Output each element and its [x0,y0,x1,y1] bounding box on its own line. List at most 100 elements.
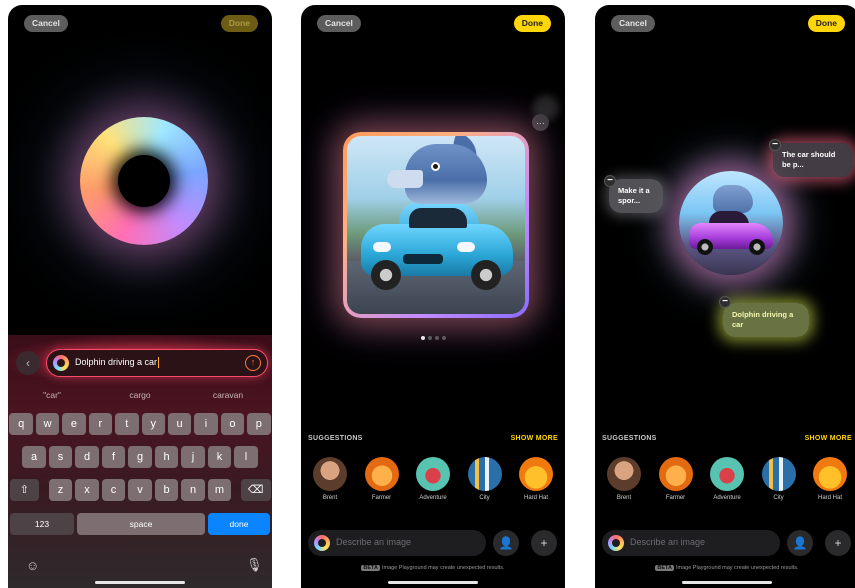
key-p[interactable]: p [247,413,271,435]
concept-bubble-car[interactable]: The car should be p... [773,143,853,177]
generated-image[interactable] [343,132,529,318]
key-r[interactable]: r [88,413,113,435]
autocomplete-item[interactable]: caravan [184,390,272,404]
space-key[interactable]: space [77,513,205,535]
done-button[interactable]: Done [220,15,258,32]
image-playground-logo-icon [53,355,69,371]
delete-icon: ⌫ [247,484,264,496]
city-skyline-icon [761,457,796,491]
suggestion-brent[interactable]: Brent [604,457,644,501]
suggestion-hard-hat[interactable]: Hard Hat [810,457,850,501]
show-more-button[interactable]: SHOW MORE [805,435,852,442]
describe-input[interactable]: Describe an image [308,530,486,556]
key-l[interactable]: l [234,446,258,468]
suggestion-city[interactable]: City [759,457,799,501]
page-dot[interactable] [441,336,446,340]
suggestion-adventure[interactable]: Adventure [413,457,453,501]
concept-bubble-dolphin[interactable]: Dolphin driving a car [723,303,809,337]
image-playground-logo-icon [314,535,330,551]
hard-hat-icon [813,457,847,491]
autocomplete-item[interactable]: "car" [8,390,96,404]
show-more-button[interactable]: SHOW MORE [511,435,558,442]
describe-input[interactable]: Describe an image [602,530,780,556]
done-button[interactable]: Done [513,15,551,32]
image-playground-logo-icon [608,535,624,551]
person-icon: 👤 [498,536,514,550]
key-a[interactable]: a [22,446,46,468]
preview-orb[interactable] [679,171,783,275]
page-dot[interactable] [434,336,439,340]
plus-icon: + [540,536,548,550]
person-button[interactable]: 👤 [787,530,813,556]
done-button[interactable]: Done [807,15,845,32]
key-y[interactable]: y [141,413,165,435]
prompt-input[interactable]: Dolphin driving a car ↑ [46,349,268,377]
suggestion-list: Brent Farmer Adventure City Hard Hat [301,457,565,501]
add-button[interactable]: + [531,530,557,556]
key-n[interactable]: n [181,479,205,501]
key-i[interactable]: i [194,413,218,435]
key-m[interactable]: m [207,479,232,501]
key-k[interactable]: k [207,446,232,468]
minus-icon: − [722,296,728,307]
suggestion-farmer[interactable]: Farmer [362,457,402,501]
remove-bubble-button[interactable]: − [719,296,731,308]
mic-icon[interactable]: 🎙 [246,557,263,573]
home-indicator [388,581,478,584]
shift-icon: ⇧ [19,484,29,496]
adventure-van-icon [710,457,744,491]
key-c[interactable]: c [101,479,126,501]
numbers-key[interactable]: 123 [10,513,74,535]
cancel-button[interactable]: Cancel [24,15,68,32]
suggestion-city[interactable]: City [465,457,505,501]
cancel-button[interactable]: Cancel [611,15,655,32]
key-b[interactable]: b [154,479,179,501]
send-button[interactable]: ↑ [245,355,261,371]
cancel-button[interactable]: Cancel [317,15,361,32]
key-w[interactable]: w [35,413,60,435]
delete-key[interactable]: ⌫ [240,479,271,501]
back-button[interactable]: ‹ [16,351,40,375]
key-t[interactable]: t [115,413,139,435]
key-e[interactable]: e [62,413,86,435]
phone-screen-generated-image: Cancel Done … SUGGESTIONS SHOW MORE Bren… [301,5,565,588]
suggestion-farmer[interactable]: Farmer [656,457,696,501]
suggestions-header: SUGGESTIONS [308,435,363,442]
suggestion-adventure[interactable]: Adventure [707,457,747,501]
person-button[interactable]: 👤 [493,530,519,556]
suggestion-brent[interactable]: Brent [310,457,350,501]
key-d[interactable]: d [75,446,99,468]
more-options-button[interactable]: … [532,114,549,131]
key-f[interactable]: f [101,446,126,468]
plus-icon: + [834,536,842,550]
key-q[interactable]: q [9,413,33,435]
remove-bubble-button[interactable]: − [769,139,781,151]
key-z[interactable]: z [48,479,73,501]
minus-icon: − [772,139,778,150]
page-dot[interactable] [420,336,425,340]
key-u[interactable]: u [167,413,192,435]
page-indicator[interactable] [301,327,565,345]
home-indicator [95,581,185,584]
page-dot[interactable] [427,336,432,340]
key-j[interactable]: j [181,446,205,468]
shift-key[interactable]: ⇧ [9,479,40,501]
beta-disclaimer: BETA Image Playground may create unexpect… [361,565,505,571]
city-skyline-icon [467,457,502,491]
autocomplete-item[interactable]: cargo [96,390,184,404]
key-x[interactable]: x [75,479,99,501]
suggestion-list: Brent Farmer Adventure City Hard Hat [595,457,855,501]
key-o[interactable]: o [220,413,245,435]
add-button[interactable]: + [825,530,851,556]
suggestion-hard-hat[interactable]: Hard Hat [516,457,556,501]
remove-bubble-button[interactable]: − [604,175,616,187]
emoji-icon[interactable]: ☺ [26,558,39,573]
key-s[interactable]: s [48,446,73,468]
farmer-hat-icon [658,457,693,491]
person-icon: 👤 [792,536,808,550]
key-v[interactable]: v [128,479,152,501]
key-h[interactable]: h [154,446,179,468]
concept-bubble-make[interactable]: Make it a spor... [609,179,663,213]
keyboard-done-key[interactable]: done [208,513,270,535]
key-g[interactable]: g [128,446,152,468]
